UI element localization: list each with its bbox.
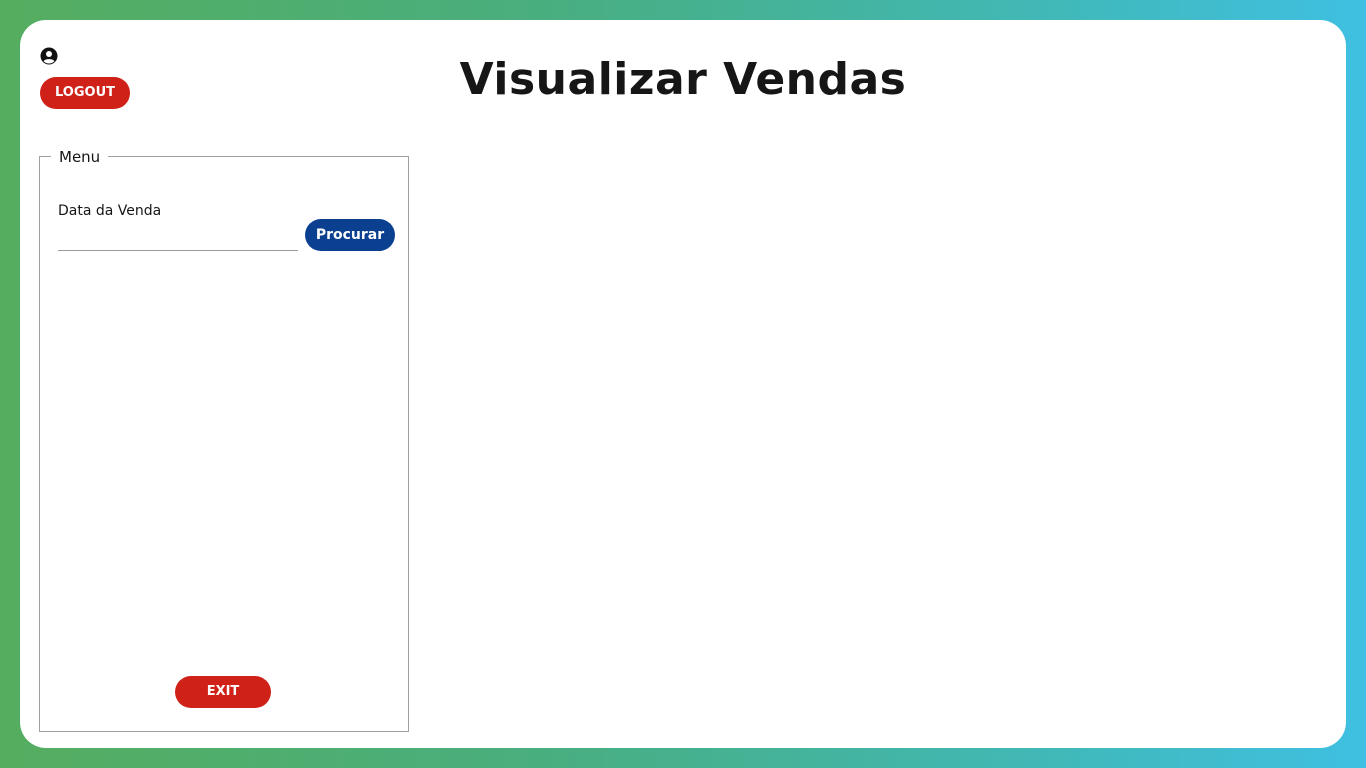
exit-button[interactable]: EXIT [175,676,271,708]
menu-legend: Menu [51,147,109,167]
page-title: Visualizar Vendas [459,54,907,105]
results-area [430,140,1330,730]
search-button[interactable]: Procurar [305,219,395,251]
sale-date-label: Data da Venda [58,203,162,219]
sale-date-input[interactable] [58,227,298,251]
menu-panel: Menu Data da Venda Procurar EXIT [39,147,409,732]
